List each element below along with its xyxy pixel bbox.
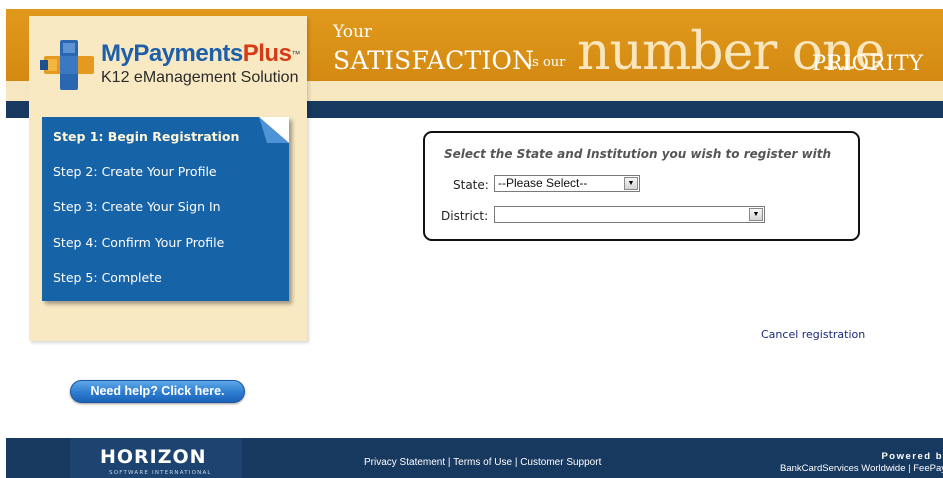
step-complete[interactable]: Step 5: Complete xyxy=(53,270,162,285)
logo-tagline: K12 eManagement Solution xyxy=(101,69,299,86)
slogan-priority: PRIORITY xyxy=(812,51,924,75)
state-select-value: --Please Select-- xyxy=(498,176,588,190)
step-create-profile[interactable]: Step 2: Create Your Profile xyxy=(53,164,217,179)
logo: MyPaymentsPlus™ K12 eManagement Solution xyxy=(38,34,303,100)
logo-name-part1: MyPayments xyxy=(101,40,243,67)
chevron-down-icon: ▼ xyxy=(624,177,638,190)
step-begin-registration[interactable]: Step 1: Begin Registration xyxy=(53,129,239,144)
registration-steps-panel: Step 1: Begin Registration Step 2: Creat… xyxy=(42,117,289,301)
registration-title: Select the State and Institution you wis… xyxy=(444,147,832,161)
step-create-sign-in[interactable]: Step 3: Create Your Sign In xyxy=(53,199,221,214)
slogan-your: Your xyxy=(333,22,373,42)
step-confirm-profile[interactable]: Step 4: Confirm Your Profile xyxy=(53,235,224,250)
page: Your SATISFACTION is our number one PRIO… xyxy=(0,0,943,478)
header-slogan: Your SATISFACTION is our number one PRIO… xyxy=(333,16,938,81)
state-select[interactable]: --Please Select-- ▼ xyxy=(494,175,640,192)
district-label: District: xyxy=(441,209,489,223)
partner-links: BankCardServices Worldwide | FeePay xyxy=(780,463,943,474)
terms-of-use-link[interactable]: Terms of Use xyxy=(453,457,512,468)
left-panel: MyPaymentsPlus™ K12 eManagement Solution… xyxy=(29,16,307,341)
footer-separator: | xyxy=(512,457,521,468)
slogan-satisfaction: SATISFACTION xyxy=(333,46,535,75)
chevron-down-icon: ▼ xyxy=(749,208,763,221)
page-fold-corner xyxy=(259,117,289,143)
horizon-logo-subtext: SOFTWARE INTERNATIONAL xyxy=(109,470,212,476)
customer-support-link[interactable]: Customer Support xyxy=(520,457,601,468)
district-select[interactable]: ▼ xyxy=(494,206,765,223)
slogan-is-our: is our xyxy=(528,55,566,70)
footer-links: Privacy Statement | Terms of Use | Custo… xyxy=(364,457,601,468)
state-label: State: xyxy=(453,178,489,192)
logo-name-part2: Plus xyxy=(242,40,292,67)
footer-separator: | xyxy=(445,457,454,468)
logo-cross-icon xyxy=(40,40,94,90)
cancel-registration-link[interactable]: Cancel registration xyxy=(761,328,865,341)
powered-by-label: Powered b xyxy=(881,451,943,462)
registration-form-box: Select the State and Institution you wis… xyxy=(423,131,860,241)
need-help-button[interactable]: Need help? Click here. xyxy=(70,380,245,403)
logo-trademark: ™ xyxy=(291,49,300,59)
logo-title: MyPaymentsPlus™ xyxy=(101,41,300,67)
privacy-statement-link[interactable]: Privacy Statement xyxy=(364,457,445,468)
horizon-logo: HORIZON xyxy=(100,446,207,468)
